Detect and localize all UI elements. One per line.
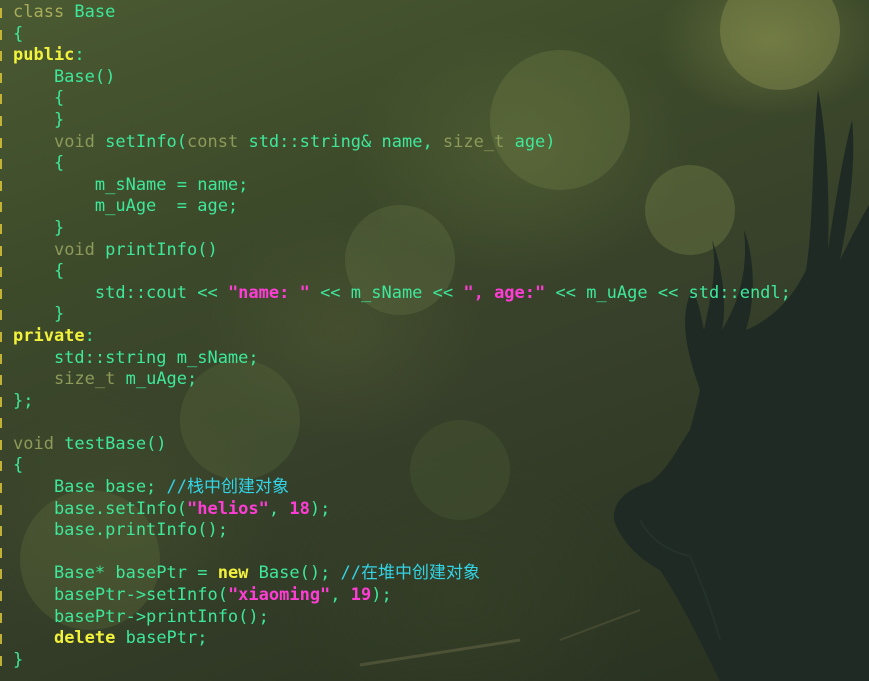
code-token: std::string m_sName;	[13, 347, 259, 368]
code-token: Base* basePtr =	[13, 563, 218, 584]
code-line[interactable]: Base()	[0, 67, 869, 89]
code-line[interactable]: {	[0, 455, 869, 477]
code-editor[interactable]: class Base{public: Base() { } void setIn…	[0, 0, 869, 681]
code-token: "helios"	[187, 498, 269, 519]
code-token: 19	[350, 585, 372, 606]
code-token: size_t	[53, 369, 116, 390]
code-line[interactable]: void setInfo(const std::string& name, si…	[0, 132, 869, 154]
code-line[interactable]: class Base	[0, 2, 869, 24]
code-token: //栈中创建对象	[166, 477, 290, 498]
code-line[interactable]: }	[0, 304, 869, 326]
code-token: basePtr->setInfo(	[13, 585, 228, 606]
code-line[interactable]: {	[0, 88, 869, 110]
code-line[interactable]: std::cout << "name: " << m_sName << ", a…	[0, 283, 869, 305]
code-token: );	[371, 585, 392, 606]
code-token: {	[13, 153, 65, 174]
code-token: m_sName = name;	[13, 174, 249, 195]
code-line[interactable]: }	[0, 650, 869, 672]
code-line[interactable]: void printInfo()	[0, 240, 869, 262]
code-line[interactable]: delete basePtr;	[0, 628, 869, 650]
code-token: }	[13, 109, 65, 130]
code-token: age)	[504, 131, 556, 152]
code-token: {	[13, 455, 24, 476]
code-line[interactable]: m_sName = name;	[0, 175, 869, 197]
code-token: basePtr;	[115, 628, 208, 649]
code-line[interactable]: }	[0, 110, 869, 132]
code-token: size_t	[442, 131, 505, 152]
code-token: std::cout <<	[13, 282, 228, 303]
code-token: void	[13, 433, 54, 454]
code-token: public	[13, 45, 75, 66]
code-line[interactable]: std::string m_sName;	[0, 348, 869, 370]
code-token: testBase()	[53, 433, 167, 454]
code-token: new	[217, 563, 249, 584]
code-token: m_uAge = age;	[13, 196, 239, 217]
code-token: ,	[330, 585, 351, 606]
code-token: "xiaoming"	[227, 585, 331, 606]
code-line[interactable]	[0, 542, 869, 564]
code-token: Base();	[248, 563, 341, 584]
code-token: void	[53, 239, 95, 260]
code-token: void	[53, 131, 95, 152]
code-token: << m_uAge << std::endl;	[545, 282, 791, 303]
code-line[interactable]	[0, 412, 869, 434]
code-token: }	[13, 649, 24, 670]
code-token: m_uAge;	[115, 369, 198, 390]
code-line[interactable]: base.setInfo("helios", 18);	[0, 499, 869, 521]
code-token: ", age:"	[463, 282, 546, 303]
code-line[interactable]: basePtr->printInfo();	[0, 607, 869, 629]
code-line[interactable]: basePtr->setInfo("xiaoming", 19);	[0, 585, 869, 607]
code-line[interactable]: m_uAge = age;	[0, 196, 869, 218]
code-token: }	[13, 304, 65, 325]
code-line[interactable]: void testBase()	[0, 434, 869, 456]
code-token: printInfo()	[94, 239, 218, 260]
code-token: 18	[289, 498, 310, 519]
code-token: {	[13, 23, 24, 44]
code-token: "name: "	[227, 282, 310, 303]
code-token: };	[13, 390, 34, 411]
code-token: ,	[268, 498, 290, 519]
code-token: << m_sName <<	[309, 282, 464, 303]
code-token: base.setInfo(	[13, 498, 187, 519]
code-line[interactable]: {	[0, 24, 869, 46]
code-token: {	[13, 261, 65, 282]
code-line[interactable]: public:	[0, 45, 869, 67]
code-token: Base base;	[13, 477, 167, 498]
code-line[interactable]: Base* basePtr = new Base(); //在堆中创建对象	[0, 563, 869, 585]
code-token: std::string& name,	[238, 131, 443, 152]
code-line[interactable]: base.printInfo();	[0, 520, 869, 542]
code-line[interactable]: }	[0, 218, 869, 240]
code-line[interactable]: };	[0, 391, 869, 413]
code-token: }	[13, 217, 65, 238]
code-token: const	[187, 131, 239, 152]
code-token: Base()	[13, 66, 116, 87]
code-line[interactable]: {	[0, 153, 869, 175]
code-line[interactable]: Base base; //栈中创建对象	[0, 477, 869, 499]
code-token: setInfo(	[94, 131, 188, 152]
code-line[interactable]: size_t m_uAge;	[0, 369, 869, 391]
code-token: :	[74, 45, 85, 66]
code-token: private	[13, 325, 85, 346]
code-token: delete	[53, 628, 116, 649]
code-line[interactable]: {	[0, 261, 869, 283]
code-token: {	[13, 88, 65, 109]
code-token: :	[84, 325, 95, 346]
code-token: );	[309, 498, 331, 519]
code-token: basePtr->printInfo();	[13, 606, 269, 627]
code-token: //在堆中创建对象	[340, 563, 481, 584]
code-line[interactable]: private:	[0, 326, 869, 348]
code-token: Base	[74, 2, 116, 22]
code-token: base.printInfo();	[13, 520, 228, 541]
code-token: class	[13, 2, 75, 22]
